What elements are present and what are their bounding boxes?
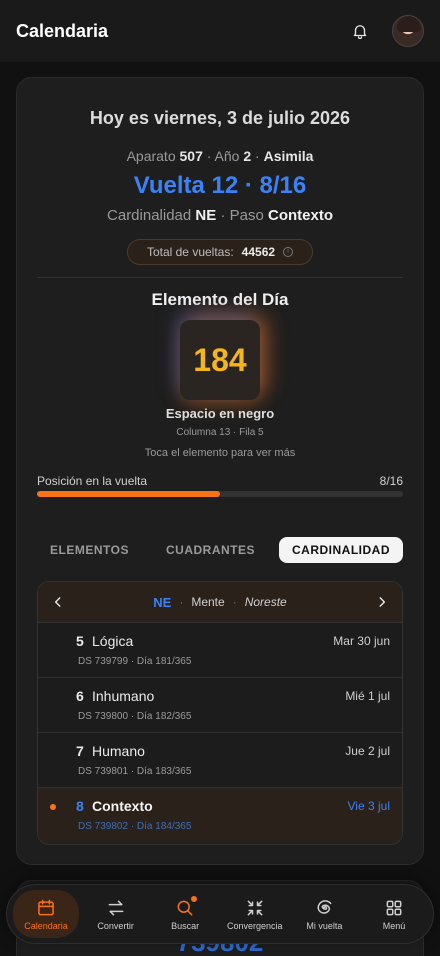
nav-calendaria[interactable]: Calendaria bbox=[13, 890, 79, 938]
info-icon[interactable]: i bbox=[283, 247, 294, 257]
progress-fill bbox=[37, 491, 220, 497]
view-tabs: ELEMENTOS CUADRANTES CARDINALIDAD bbox=[37, 537, 403, 563]
item-name: Contexto bbox=[92, 798, 153, 814]
cardinalidad-value: NE bbox=[195, 207, 217, 224]
list-item[interactable]: 7 Humano Jue 2 jul DS 739801 · Día 183/3… bbox=[38, 733, 402, 788]
header-name: Mente bbox=[191, 595, 225, 609]
avatar[interactable] bbox=[392, 15, 424, 47]
nav-label: Calendaria bbox=[24, 920, 68, 931]
nav-label: Buscar bbox=[171, 920, 200, 931]
anio-value: 2 bbox=[243, 148, 252, 164]
element-number: 184 bbox=[193, 341, 247, 378]
list-header-title: NE · Mente · Noreste bbox=[153, 594, 287, 610]
nav-label: Mi vuelta bbox=[306, 920, 343, 931]
header-code: NE bbox=[153, 594, 172, 610]
item-date: Jue 2 jul bbox=[345, 744, 390, 758]
divider bbox=[37, 277, 403, 278]
item-name: Humano bbox=[92, 743, 145, 759]
chevron-left-icon[interactable] bbox=[50, 594, 66, 610]
paso-label: Paso bbox=[229, 207, 264, 224]
list-header: NE · Mente · Noreste bbox=[38, 582, 402, 623]
header-direction: Noreste bbox=[244, 595, 287, 609]
nav-label: Menú bbox=[382, 920, 406, 931]
aparato-value: 507 bbox=[179, 148, 203, 164]
cardinalidad-line: Cardinalidad NE · Paso Contexto bbox=[107, 207, 333, 224]
item-date: Mar 30 jun bbox=[333, 634, 390, 648]
app-title: Calendaria bbox=[16, 20, 109, 41]
current-dot bbox=[50, 804, 56, 810]
element-position: Columna 13 · Fila 5 bbox=[176, 427, 264, 438]
elemento-title: Elemento del Día bbox=[151, 290, 289, 309]
chevron-right-icon[interactable] bbox=[374, 594, 390, 610]
item-subtitle: DS 739801 · Día 183/365 bbox=[78, 766, 192, 777]
converge-arrows-icon bbox=[245, 898, 265, 918]
top-bar: Calendaria bbox=[0, 0, 440, 62]
nav-mi-vuelta[interactable]: Mi vuelta bbox=[291, 890, 357, 938]
calendar-icon bbox=[36, 898, 56, 918]
tab-cardinalidad[interactable]: CARDINALIDAD bbox=[279, 537, 403, 563]
progress-label: Posición en la vuelta bbox=[37, 474, 148, 488]
bell-icon[interactable] bbox=[350, 21, 370, 41]
list-item[interactable]: 6 Inhumano Mié 1 jul DS 739800 · Día 182… bbox=[38, 678, 402, 733]
tab-elementos[interactable]: ELEMENTOS bbox=[37, 537, 142, 563]
date-line: Hoy es viernes, 3 de julio 2026 bbox=[89, 108, 351, 128]
total-vueltas-pill[interactable]: Total de vueltas: 44562 i bbox=[127, 239, 313, 265]
element-tile[interactable]: 184 bbox=[180, 320, 260, 400]
nav-convertir[interactable]: Convertir bbox=[83, 890, 149, 938]
vuelta-line: Vuelta 12 · 8/16 bbox=[133, 172, 307, 199]
today-card: Hoy es viernes, 3 de julio 2026 Aparato … bbox=[16, 77, 424, 865]
progress-value: 8/16 bbox=[379, 474, 403, 488]
modo-value: Asimila bbox=[263, 148, 314, 164]
anio-label: Año bbox=[214, 148, 240, 164]
item-number: 8 bbox=[76, 798, 84, 814]
total-value: 44562 bbox=[241, 245, 276, 259]
progress-bar bbox=[37, 491, 403, 497]
item-name: Lógica bbox=[92, 633, 134, 649]
nav-menu[interactable]: Menú bbox=[361, 890, 427, 938]
item-date: Mié 1 jul bbox=[345, 689, 390, 703]
spiral-icon bbox=[314, 898, 334, 918]
meta-line: Aparato 507 · Año 2 · Asimila bbox=[126, 148, 314, 164]
cardinalidad-list: NE · Mente · Noreste 5 Lógica Mar 30 jun… bbox=[37, 581, 403, 845]
item-subtitle: DS 739800 · Día 182/365 bbox=[78, 711, 192, 722]
nav-label: Convertir bbox=[97, 920, 134, 931]
tab-cuadrantes[interactable]: CUADRANTES bbox=[153, 537, 268, 563]
total-label: Total de vueltas: bbox=[146, 245, 234, 259]
nav-convergencia[interactable]: Convergencia bbox=[222, 890, 288, 938]
paso-value: Contexto bbox=[267, 207, 333, 224]
grid-icon bbox=[384, 898, 404, 918]
nav-buscar[interactable]: Buscar bbox=[152, 890, 218, 938]
bottom-nav: Calendaria Convertir Buscar Convergencia… bbox=[6, 884, 434, 944]
item-number: 7 bbox=[76, 743, 84, 759]
item-number: 6 bbox=[76, 688, 84, 704]
notification-badge bbox=[190, 894, 199, 903]
item-name: Inhumano bbox=[92, 688, 155, 704]
search-icon bbox=[175, 894, 199, 918]
item-subtitle: DS 739802 · Día 184/365 bbox=[78, 821, 192, 832]
item-subtitle: DS 739799 · Día 181/365 bbox=[78, 656, 192, 667]
item-date: Vie 3 jul bbox=[347, 799, 390, 813]
element-hint: Toca el elemento para ver más bbox=[144, 447, 296, 459]
aparato-label: Aparato bbox=[126, 148, 176, 164]
swap-arrows-icon bbox=[106, 898, 126, 918]
nav-label: Convergencia bbox=[227, 920, 283, 931]
top-actions bbox=[350, 15, 424, 47]
element-name: Espacio en negro bbox=[165, 406, 275, 421]
list-item[interactable]: 5 Lógica Mar 30 jun DS 739799 · Día 181/… bbox=[38, 623, 402, 678]
cardinalidad-label: Cardinalidad bbox=[107, 207, 192, 224]
list-item-current[interactable]: 8 Contexto Vie 3 jul DS 739802 · Día 184… bbox=[38, 788, 402, 843]
item-number: 5 bbox=[76, 633, 84, 649]
